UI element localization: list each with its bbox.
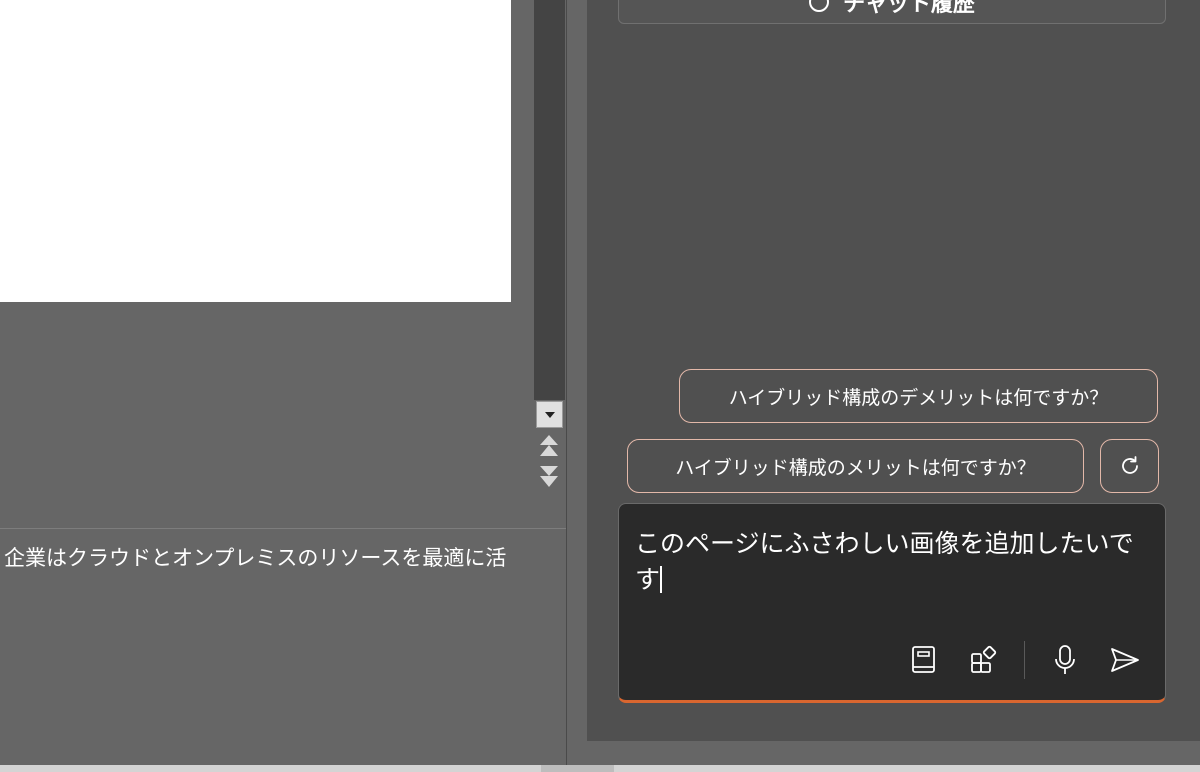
text-caret [660,566,663,593]
refresh-suggestions-button[interactable] [1100,439,1159,493]
triangle-down-icon [544,411,555,418]
send-button[interactable] [1105,640,1145,680]
pane-divider[interactable] [566,0,567,765]
composer-toolbar [904,640,1145,680]
double-chevron-up-icon [540,435,558,456]
vertical-scrollbar[interactable] [534,0,565,400]
suggestion-chip-merits[interactable]: ハイブリッド構成のメリットは何ですか？ [627,439,1084,493]
microphone-button[interactable] [1045,640,1085,680]
status-bar-segment[interactable] [541,765,614,772]
next-page-button[interactable] [538,464,560,488]
chat-history-button[interactable]: チャット履歴 [618,0,1166,24]
chat-input[interactable]: このページにふさわしい画像を追加したいです [635,526,1145,598]
refresh-icon [1121,456,1138,474]
document-canvas[interactable] [0,0,534,765]
suggestion-chip-demerits[interactable]: ハイブリッド構成のデメリットは何ですか？ [679,369,1158,423]
send-icon [1111,648,1139,672]
microphone-icon [1055,645,1075,674]
plugins-button[interactable] [964,640,1004,680]
notebook-button[interactable] [904,640,944,680]
chat-composer[interactable]: このページにふさわしい画像を追加したいです [618,503,1166,703]
chat-input-text: このページにふさわしい画像を追加したいです [635,529,1134,594]
clock-icon [809,0,830,12]
previous-page-button[interactable] [538,434,560,458]
notes-divider [0,528,566,529]
chat-history-label: チャット履歴 [843,0,975,17]
app-window: 企業はクラウドとオンプレミスのリソースを最適に活 チャット履歴 ハイブリッド構成… [0,0,1200,772]
notebook-icon [912,646,935,673]
suggestion-label: ハイブリッド構成のデメリットは何ですか？ [728,386,1109,409]
toolbar-separator [1024,641,1025,679]
suggestion-label: ハイブリッド構成のメリットは何ですか？ [675,456,1036,479]
plugins-icon [971,645,997,673]
notes-text[interactable]: 企業はクラウドとオンプレミスのリソースを最適に活 [4,542,544,572]
double-chevron-down-icon [540,466,558,487]
slide-page[interactable] [0,0,511,302]
scroll-down-button[interactable] [536,401,563,428]
